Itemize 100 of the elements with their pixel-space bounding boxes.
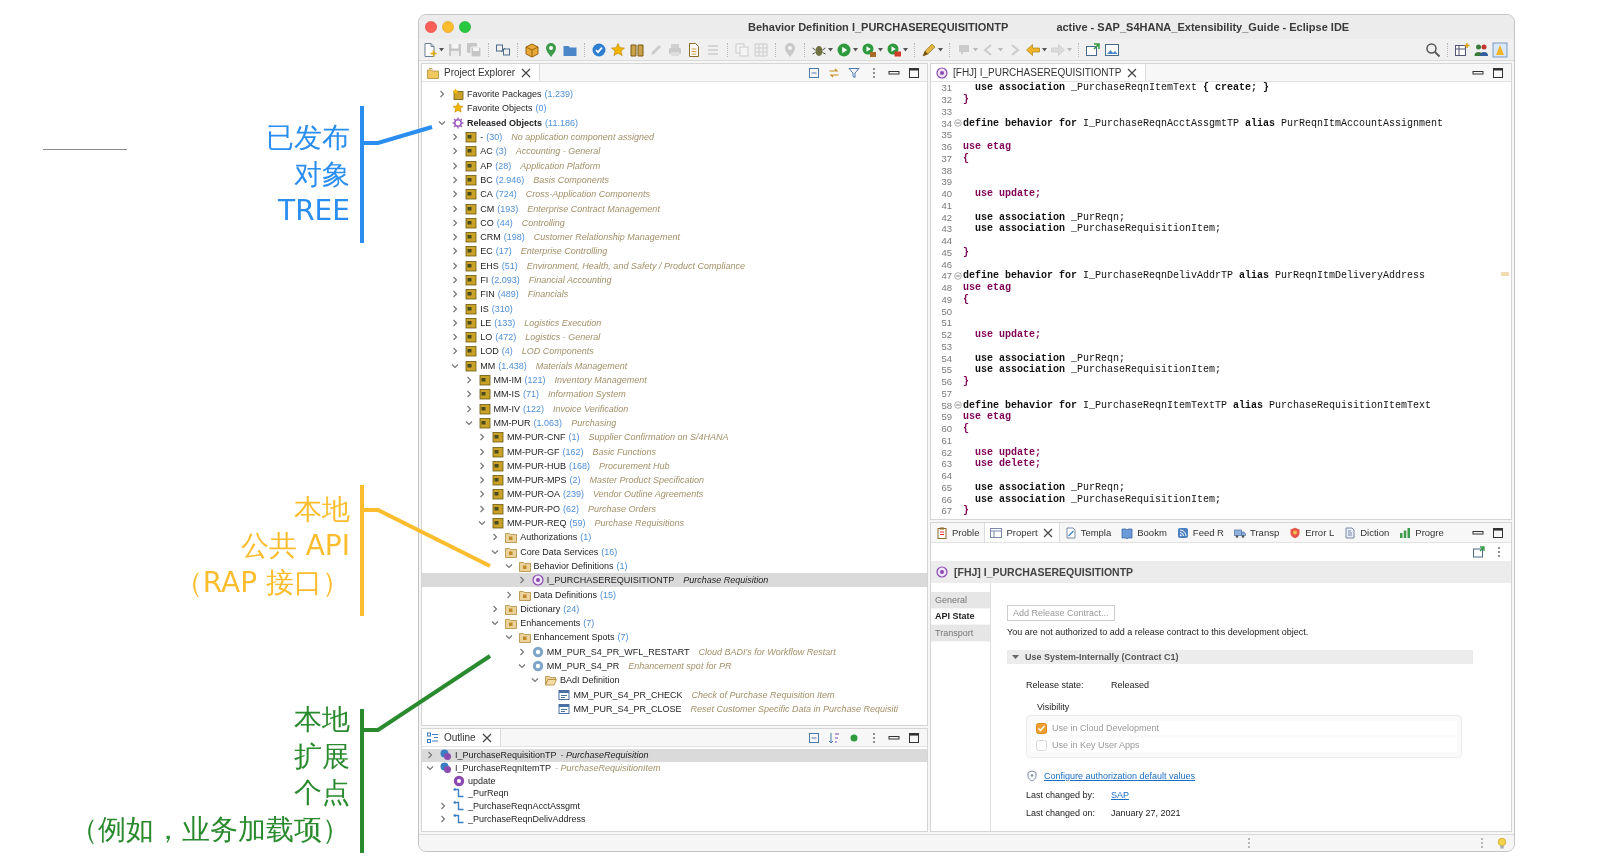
tree-row[interactable]: MM (1.438) Materials Management xyxy=(422,358,927,373)
book-icon[interactable] xyxy=(629,41,645,58)
chevron-right-icon[interactable] xyxy=(451,304,460,313)
view-tab[interactable]: Transp xyxy=(1229,523,1285,542)
star-icon[interactable] xyxy=(610,41,626,58)
triangle-icon[interactable] xyxy=(1012,654,1019,660)
tree-row[interactable]: AC (3) Accounting - General xyxy=(422,144,927,159)
maximize-icon[interactable] xyxy=(908,66,920,79)
chevron-right-icon[interactable] xyxy=(504,590,513,599)
side-tab[interactable]: Transport xyxy=(931,625,990,642)
chevron-down-icon[interactable] xyxy=(438,118,446,127)
pin-icon[interactable] xyxy=(543,41,559,58)
play-icon[interactable] xyxy=(836,41,852,58)
chevron-down-icon[interactable] xyxy=(531,676,540,685)
tree-row[interactable]: MM_PUR_S4_PR_WFL_RESTART Cloud BADI's for Workflow Restart xyxy=(422,644,927,659)
tree-row[interactable]: Released Objects (11.186) xyxy=(422,115,927,130)
chevron-down-icon[interactable] xyxy=(504,633,513,642)
chevron-right-icon[interactable] xyxy=(451,318,460,327)
table-plus-icon[interactable] xyxy=(1454,41,1470,58)
tree-row[interactable]: Core Data Services (16) xyxy=(422,544,927,559)
chevron-right-icon[interactable] xyxy=(477,461,486,470)
side-tab[interactable]: General xyxy=(931,592,990,609)
new-file-icon[interactable] xyxy=(422,41,438,58)
view-tab[interactable]: Propert xyxy=(984,523,1060,542)
maximize-icon[interactable] xyxy=(908,731,920,744)
tree-row[interactable]: I_PurchaseRequisitionTP - PurchaseRequisition xyxy=(422,749,927,762)
section-header[interactable]: Use System-Internally (Contract C1) xyxy=(1007,650,1473,664)
tree-row[interactable]: MM-IS (71) Information System xyxy=(422,387,927,402)
tree-row[interactable]: Enhancement Spots (7) xyxy=(422,630,927,645)
tree-row[interactable]: FIN (489) Financials xyxy=(422,287,927,302)
tree-row[interactable]: MM-PUR-HUB (168) Procurement Hub xyxy=(422,458,927,473)
chevron-down-icon[interactable] xyxy=(451,361,460,370)
chevron-right-icon[interactable] xyxy=(464,404,473,413)
tree-row[interactable]: MM-PUR-REQ (59) Purchase Requisitions xyxy=(422,515,927,531)
tree-row[interactable]: EHS (51) Environment, Health, and Safety / Product Compliance xyxy=(422,258,927,273)
search-icon[interactable] xyxy=(1425,41,1441,58)
collapse-all-icon[interactable] xyxy=(808,66,820,79)
tree-row[interactable]: MM-PUR-OA (239) Vendor Outline Agreements xyxy=(422,487,927,502)
chevron-right-icon[interactable] xyxy=(451,161,460,170)
caret-icon[interactable] xyxy=(439,47,444,52)
tree-row[interactable]: CO (44) Controlling xyxy=(422,215,927,230)
image-icon[interactable] xyxy=(1104,41,1120,58)
tree-row[interactable]: I_PurchaseReqnItemTP - PurchaseRequisitionItem xyxy=(422,761,927,775)
play-icon[interactable] xyxy=(886,41,902,58)
tree-row[interactable]: EC (17) Enterprise Controlling xyxy=(422,244,927,259)
maximize-icon[interactable] xyxy=(1492,66,1504,79)
tree-row[interactable]: LOD (4) LOD Components xyxy=(422,344,927,359)
sort-icon[interactable] xyxy=(828,731,840,744)
chevron-right-icon[interactable] xyxy=(477,447,486,456)
tree-row[interactable]: - (30) No application component assigned xyxy=(422,129,927,145)
close-icon[interactable] xyxy=(520,66,533,79)
tree-row[interactable]: _PurchaseReqnAcctAssgmt xyxy=(422,799,927,813)
filter-icon[interactable] xyxy=(848,66,860,79)
tree-row[interactable]: Data Definitions (15) xyxy=(422,587,927,602)
close-icon[interactable] xyxy=(1041,526,1054,539)
collapse-all-icon[interactable] xyxy=(808,731,820,744)
tree-row[interactable]: MM_PUR_S4_PR_CLOSE Reset Customer Specific Data in Purchase Requisiti xyxy=(422,701,927,717)
tree-row[interactable]: BC (2.946) Basis Components xyxy=(422,172,927,188)
view-tab[interactable]: Proble xyxy=(931,523,985,542)
chevron-right-icon[interactable] xyxy=(464,390,473,399)
tree-row[interactable]: MM-PUR-CNF (1) Supplier Confirmation on S/4HANA xyxy=(422,430,927,445)
tree-row[interactable]: CM (193) Enterprise Contract Management xyxy=(422,201,927,216)
tree-row[interactable]: I_PURCHASEREQUISITIONTP Purchase Requisition xyxy=(422,573,927,588)
view-tab[interactable]: Progre xyxy=(1394,523,1449,542)
caret-icon[interactable] xyxy=(853,47,858,52)
maximize-icon[interactable] xyxy=(1492,526,1504,539)
view-tab[interactable]: Bookm xyxy=(1116,523,1172,542)
tree-row[interactable]: MM_PUR_S4_PR Enhancement spot for PR xyxy=(422,658,927,674)
tree-row[interactable]: LE (133) Logistics Execution xyxy=(422,315,927,331)
view-tab[interactable]: Templa xyxy=(1059,523,1117,542)
tree-row[interactable]: CRM (198) Customer Relationship Management xyxy=(422,229,927,245)
chevron-right-icon[interactable] xyxy=(451,218,460,227)
tree-row[interactable]: MM-PUR (1.063) Purchasing xyxy=(422,415,927,431)
chevron-right-icon[interactable] xyxy=(477,504,486,513)
close-icon[interactable] xyxy=(480,731,493,744)
swap-arrows-icon[interactable] xyxy=(828,66,840,79)
close-icon[interactable] xyxy=(1126,66,1139,79)
tree-row[interactable]: LO (472) Logistics - General xyxy=(422,330,927,345)
chevron-right-icon[interactable] xyxy=(517,576,526,585)
tree-row[interactable]: MM-PUR-MPS (2) Master Product Specification xyxy=(422,473,927,488)
caret-icon[interactable] xyxy=(903,47,908,52)
chevron-down-icon[interactable] xyxy=(517,662,526,670)
chevron-right-icon[interactable] xyxy=(451,147,460,156)
chevron-right-icon[interactable] xyxy=(451,276,460,284)
tree-row[interactable]: MM_PUR_S4_PR_CHECK Check of Purchase Requisition Item xyxy=(422,687,927,702)
chevron-right-icon[interactable] xyxy=(477,476,486,485)
tree-row[interactable]: Dictionary (24) xyxy=(422,601,927,616)
chevron-down-icon[interactable] xyxy=(491,547,500,556)
chevron-right-icon[interactable] xyxy=(439,802,447,811)
chevron-right-icon[interactable] xyxy=(426,751,434,760)
caret-icon[interactable] xyxy=(828,47,833,52)
chevron-right-icon[interactable] xyxy=(491,604,500,613)
chevron-right-icon[interactable] xyxy=(477,490,486,499)
tree-row[interactable]: IS (310) xyxy=(422,301,927,316)
tree-row[interactable]: _PurchaseReqnDelivAddress xyxy=(422,812,927,826)
pen-icon[interactable] xyxy=(921,41,937,58)
minus-circle-icon[interactable] xyxy=(953,401,962,410)
tree-row[interactable]: MM-PUR-PO (62) Purchase Orders xyxy=(422,501,927,516)
chevron-right-icon[interactable] xyxy=(477,433,486,442)
minus-circle-icon[interactable] xyxy=(953,119,962,128)
